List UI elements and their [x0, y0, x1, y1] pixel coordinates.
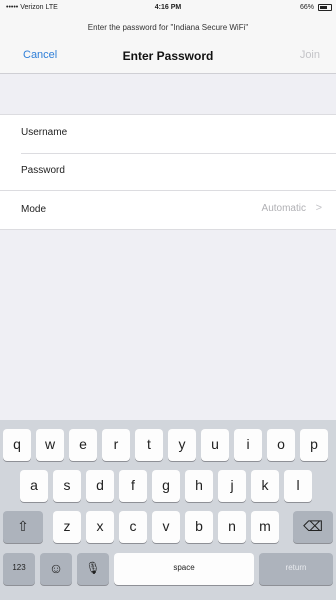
key-h[interactable]: h	[185, 470, 213, 502]
mode-row[interactable]: Mode Automatic >	[0, 190, 336, 230]
status-bar: ••••• Verizon LTE 4:16 PM 66%	[0, 0, 336, 18]
space-key[interactable]: space	[114, 553, 254, 585]
key-t[interactable]: t	[135, 429, 163, 461]
key-s[interactable]: s	[53, 470, 81, 502]
page-title: Enter Password	[122, 49, 214, 63]
key-q[interactable]: q	[3, 429, 31, 461]
mode-label: Mode	[21, 204, 47, 215]
key-f[interactable]: f	[119, 470, 147, 502]
key-c[interactable]: c	[119, 511, 147, 543]
nav-bar: Cancel Enter Password Join	[0, 38, 336, 74]
key-v[interactable]: v	[152, 511, 180, 543]
mode-value: Automatic	[261, 203, 306, 214]
key-m[interactable]: m	[251, 511, 279, 543]
return-key[interactable]: return	[259, 553, 333, 585]
key-z[interactable]: z	[53, 511, 81, 543]
key-u[interactable]: u	[201, 429, 229, 461]
username-field[interactable]: Username	[0, 115, 336, 153]
microphone-icon[interactable]: 🎙	[77, 553, 109, 585]
key-g[interactable]: g	[152, 470, 180, 502]
battery-icon	[318, 4, 332, 11]
shift-key[interactable]: ⇧	[3, 511, 43, 543]
password-placeholder: Password	[21, 165, 65, 176]
credentials-group: Username Password	[0, 114, 336, 191]
battery-percent: 66%	[299, 4, 314, 11]
delete-key[interactable]: ⌫	[293, 511, 333, 543]
username-placeholder: Username	[21, 127, 68, 138]
key-b[interactable]: b	[185, 511, 213, 543]
key-r[interactable]: r	[102, 429, 130, 461]
key-w[interactable]: w	[36, 429, 64, 461]
key-o[interactable]: o	[267, 429, 295, 461]
keyboard: q w e r t y u i o p a s d f g h j k l ⇧ …	[0, 420, 336, 600]
status-time: 4:16 PM	[154, 4, 182, 11]
key-n[interactable]: n	[218, 511, 246, 543]
numbers-key[interactable]: 123	[3, 553, 35, 585]
key-e[interactable]: e	[69, 429, 97, 461]
key-l[interactable]: l	[284, 470, 312, 502]
emoji-key[interactable]: ☺	[40, 553, 72, 585]
key-k[interactable]: k	[251, 470, 279, 502]
network-prompt: Enter the password for "Indiana Secure W…	[0, 18, 336, 38]
key-a[interactable]: a	[20, 470, 48, 502]
password-field[interactable]: Password	[0, 153, 336, 191]
key-x[interactable]: x	[86, 511, 114, 543]
key-d[interactable]: d	[86, 470, 114, 502]
key-i[interactable]: i	[234, 429, 262, 461]
chevron-right-icon: >	[315, 202, 322, 214]
key-p[interactable]: p	[300, 429, 328, 461]
join-button[interactable]: Join	[300, 49, 320, 61]
key-y[interactable]: y	[168, 429, 196, 461]
key-j[interactable]: j	[218, 470, 246, 502]
